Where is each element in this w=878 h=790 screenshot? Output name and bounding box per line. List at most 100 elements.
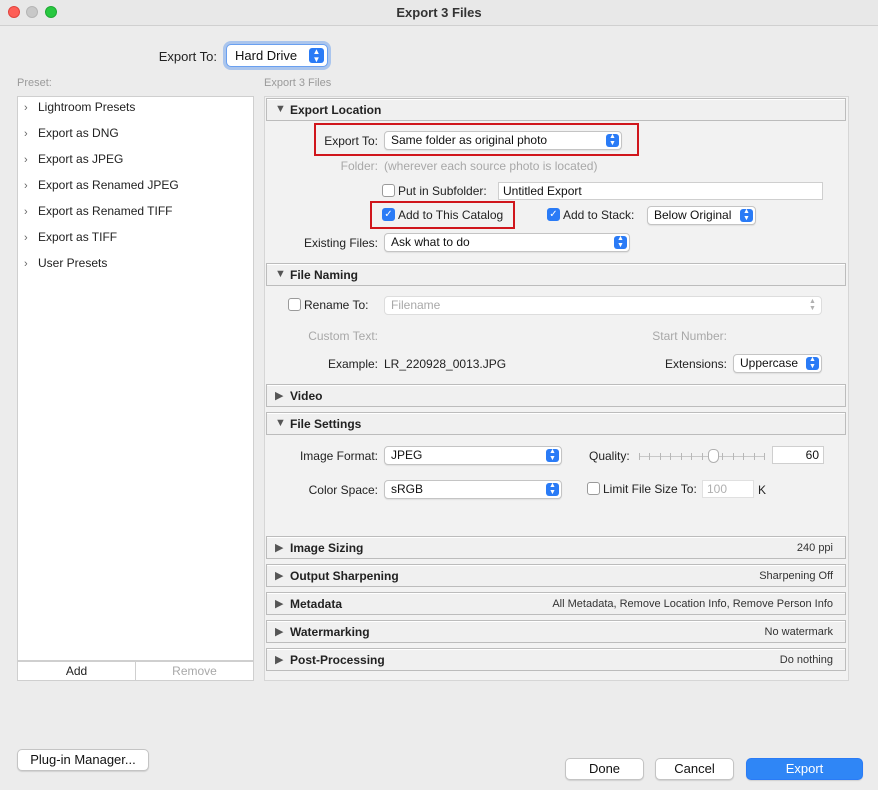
slider-tick xyxy=(733,453,734,460)
image-format-popup[interactable]: JPEG ▲ ▼ xyxy=(384,446,562,465)
section-file-settings-header[interactable]: ▼ File Settings xyxy=(266,412,846,435)
slider-tick xyxy=(660,453,661,460)
preset-item-export-as-renamed-jpeg[interactable]: › Export as Renamed JPEG xyxy=(24,178,179,192)
window-title: Export 3 Files xyxy=(396,5,482,20)
rename-label: Rename To: xyxy=(304,298,369,312)
panel-header: Export 3 Files xyxy=(264,77,332,89)
slider-tick xyxy=(754,453,755,460)
disclosure-collapsed-icon: ▶ xyxy=(275,542,284,554)
preset-item-export-as-tiff[interactable]: › Export as TIFF xyxy=(24,230,117,244)
preset-item-export-as-renamed-tiff[interactable]: › Export as Renamed TIFF xyxy=(24,204,173,218)
slider-tick xyxy=(649,453,650,460)
export-to-popup[interactable]: Hard Drive ▲ ▼ xyxy=(226,44,328,67)
stepper-icon: ▲ ▼ xyxy=(614,235,627,249)
slider-tick xyxy=(702,453,703,460)
section-post-processing-header[interactable]: ▶ Post-Processing Do nothing xyxy=(266,648,846,671)
disclosure-collapsed-icon: ▶ xyxy=(275,626,284,638)
rename-template-popup[interactable]: Filename ▲ ▼ xyxy=(384,296,822,315)
preset-item-lightroom-presets[interactable]: › Lightroom Presets xyxy=(24,100,135,114)
section-summary: 240 ppi xyxy=(796,542,833,554)
image-format-label: Image Format: xyxy=(299,449,378,463)
example-value: LR_220928_0013.JPG xyxy=(384,357,507,371)
export-to-value: Hard Drive xyxy=(235,48,298,63)
disclosure-collapsed-icon: ▶ xyxy=(275,390,284,402)
preset-item-export-as-jpeg[interactable]: › Export as JPEG xyxy=(24,152,123,166)
stepper-icon: ▲ ▼ xyxy=(546,448,559,462)
limit-file-size-unit: K xyxy=(758,483,767,497)
quality-slider-thumb[interactable] xyxy=(708,449,719,463)
section-video-header[interactable]: ▶ Video xyxy=(266,384,846,407)
disclosure-collapsed-icon: ▶ xyxy=(275,654,284,666)
preset-item-export-as-dng[interactable]: › Export as DNG xyxy=(24,126,119,140)
add-to-catalog-checkbox[interactable]: ✓ xyxy=(382,208,395,221)
quality-label: Quality: xyxy=(589,449,630,463)
done-button[interactable]: Done xyxy=(565,758,644,780)
disclosure-collapsed-icon: ▶ xyxy=(275,598,284,610)
extensions-label: Extensions: xyxy=(664,357,727,371)
stepper-icon: ▲ ▼ xyxy=(809,298,816,312)
slider-tick xyxy=(743,453,744,460)
limit-file-size-input[interactable]: 100 xyxy=(702,480,754,498)
existing-files-popup[interactable]: Ask what to do ▲ ▼ xyxy=(384,233,630,252)
section-summary: No watermark xyxy=(764,626,833,638)
limit-file-size-checkbox[interactable] xyxy=(587,482,600,495)
disclosure-expanded-icon: ▼ xyxy=(275,268,286,280)
stepper-icon: ▲ ▼ xyxy=(806,356,819,370)
subfolder-label: Put in Subfolder: xyxy=(398,184,487,198)
custom-text-label: Custom Text: xyxy=(308,329,378,343)
section-export-location-header[interactable]: ▼ Export Location xyxy=(266,98,846,121)
stepper-icon: ▲ ▼ xyxy=(309,48,324,63)
section-summary: All Metadata, Remove Location Info, Remo… xyxy=(552,598,833,610)
section-metadata-header[interactable]: ▶ Metadata All Metadata, Remove Location… xyxy=(266,592,846,615)
slider-tick xyxy=(639,453,640,460)
section-file-naming-header[interactable]: ▼ File Naming xyxy=(266,263,846,286)
add-to-stack-checkbox[interactable]: ✓ xyxy=(547,208,560,221)
section-summary: Sharpening Off xyxy=(759,570,833,582)
chevron-right-icon: › xyxy=(24,154,28,166)
existing-files-label: Existing Files: xyxy=(303,236,378,250)
remove-preset-button[interactable]: Remove xyxy=(135,661,254,681)
add-to-stack-label: Add to Stack: xyxy=(563,208,635,222)
location-export-to-label: Export To: xyxy=(324,134,378,148)
add-to-catalog-label: Add to This Catalog xyxy=(398,208,504,222)
subfolder-checkbox[interactable] xyxy=(382,184,395,197)
slider-tick xyxy=(722,453,723,460)
chevron-right-icon: › xyxy=(24,102,28,114)
color-space-label: Color Space: xyxy=(308,483,378,497)
example-label: Example: xyxy=(327,357,378,371)
chevron-right-icon: › xyxy=(24,232,28,244)
stepper-icon: ▲ ▼ xyxy=(740,208,753,222)
stack-position-popup[interactable]: Below Original ▲ ▼ xyxy=(647,206,756,225)
preset-label: Preset: xyxy=(17,77,52,89)
slider-tick xyxy=(681,453,682,460)
location-export-to-popup[interactable]: Same folder as original photo ▲ ▼ xyxy=(384,131,622,150)
cancel-button[interactable]: Cancel xyxy=(655,758,734,780)
quality-slider[interactable] xyxy=(639,449,765,464)
disclosure-collapsed-icon: ▶ xyxy=(275,570,284,582)
start-number-label: Start Number: xyxy=(652,329,727,343)
chevron-right-icon: › xyxy=(24,206,28,218)
section-watermarking-header[interactable]: ▶ Watermarking No watermark xyxy=(266,620,846,643)
quality-input[interactable]: 60 xyxy=(772,446,824,464)
extensions-popup[interactable]: Uppercase ▲ ▼ xyxy=(733,354,822,373)
chevron-right-icon: › xyxy=(24,128,28,140)
section-image-sizing-header[interactable]: ▶ Image Sizing 240 ppi xyxy=(266,536,846,559)
disclosure-expanded-icon: ▼ xyxy=(275,103,286,115)
subfolder-input[interactable]: Untitled Export xyxy=(498,182,823,200)
export-button[interactable]: Export xyxy=(746,758,863,780)
section-output-sharpening-header[interactable]: ▶ Output Sharpening Sharpening Off xyxy=(266,564,846,587)
disclosure-expanded-icon: ▼ xyxy=(275,417,286,429)
stepper-icon: ▲ ▼ xyxy=(546,482,559,496)
plugin-manager-button[interactable]: Plug-in Manager... xyxy=(17,749,149,771)
chevron-right-icon: › xyxy=(24,180,28,192)
slider-tick xyxy=(691,453,692,460)
rename-checkbox[interactable] xyxy=(288,298,301,311)
add-preset-button[interactable]: Add xyxy=(17,661,136,681)
color-space-popup[interactable]: sRGB ▲ ▼ xyxy=(384,480,562,499)
preset-item-user-presets[interactable]: › User Presets xyxy=(24,256,107,270)
slider-tick xyxy=(764,453,765,460)
folder-value: (wherever each source photo is located) xyxy=(384,159,598,173)
slider-tick xyxy=(670,453,671,460)
folder-label: Folder: xyxy=(340,159,378,173)
stepper-icon: ▲ ▼ xyxy=(606,133,619,147)
